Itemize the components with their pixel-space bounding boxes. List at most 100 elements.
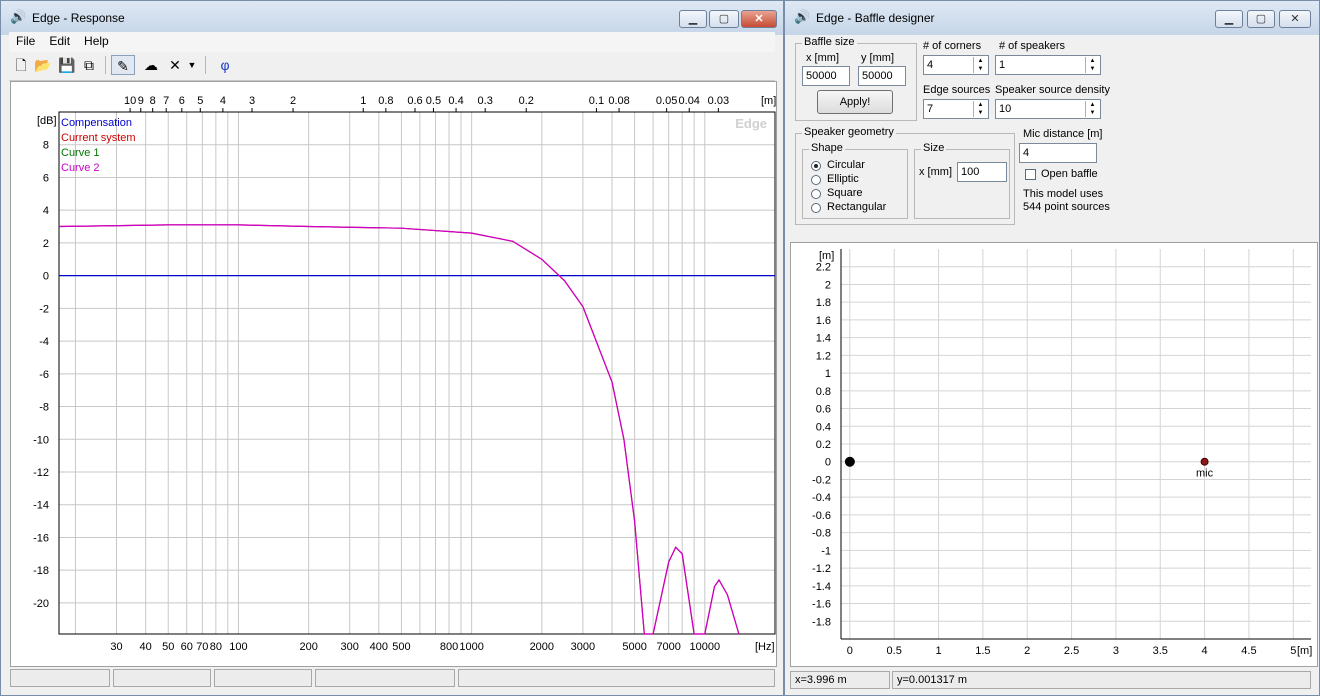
y-tick-label: -14: [33, 500, 49, 512]
shape-rectangular-radio[interactable]: [811, 203, 821, 213]
menu-bar: File Edit Help: [9, 32, 775, 52]
close-button[interactable]: ✕: [741, 10, 777, 28]
status-x-coordinate: x=3.996 m: [790, 671, 890, 689]
phase-phi-icon[interactable]: φ: [213, 55, 237, 75]
mic-distance-input[interactable]: 4: [1019, 143, 1097, 163]
x-tick-label: 100: [229, 641, 247, 653]
toolbar: 🗋 📂 💾 ⧉ ✎ ☁ ✕ ▼ φ: [9, 52, 775, 81]
x-tick-label: 70: [196, 641, 208, 653]
baffle-size-label: Baffle size: [802, 36, 857, 48]
y-tick-label: -1.4: [812, 581, 831, 593]
x-tick-label: 80: [210, 641, 222, 653]
size-input[interactable]: 100: [957, 162, 1007, 182]
series-line: [58, 224, 740, 635]
mic-label: mic: [1196, 468, 1214, 480]
x-tick-label: 60: [181, 641, 193, 653]
top-tick-label: 0.5: [426, 95, 441, 107]
y-tick-label: 0.2: [816, 439, 831, 451]
maximize-button[interactable]: ▢: [709, 10, 739, 28]
x-tick-label: 5000: [622, 641, 646, 653]
open-baffle-checkbox[interactable]: [1025, 169, 1036, 180]
response-chart[interactable]: 8 6 4 2 0 -2 -4 -6 -8 -10 -12 -14 -16 -18 -20 [dB] 30 40 5…: [10, 81, 777, 667]
top-tick-label: 0.08: [608, 95, 629, 107]
y-tick-label: 0.4: [816, 421, 831, 433]
open-baffle-label[interactable]: Open baffle: [1041, 168, 1098, 180]
top-tick-label: 0.6: [407, 95, 422, 107]
size-x-mm-label: x [mm]: [919, 166, 952, 178]
size-group: Size x [mm] 100: [914, 142, 1010, 219]
cloud-icon[interactable]: ☁: [141, 55, 161, 75]
shape-square-radio[interactable]: [811, 189, 821, 199]
shape-circular-label[interactable]: Circular: [827, 159, 865, 171]
shape-rectangular-label[interactable]: Rectangular: [827, 201, 886, 213]
y-tick-label: -8: [39, 402, 49, 414]
top-tick-label: 0.05: [656, 95, 677, 107]
x-tick-label: 3: [1113, 645, 1119, 657]
x-tick-label: 4: [1202, 645, 1208, 657]
legend-entry: Curve 1: [61, 147, 100, 159]
pencil-icon[interactable]: ✎: [111, 55, 135, 75]
x-tick-label: 300: [341, 641, 359, 653]
mic-distance-label: Mic distance [m]: [1023, 128, 1103, 140]
y-tick-label: -0.6: [812, 510, 831, 522]
shape-square-label[interactable]: Square: [827, 187, 862, 199]
edge-sources-spinner[interactable]: 7 ▲ ▼: [923, 99, 989, 119]
density-label: Speaker source density: [995, 84, 1110, 96]
y-axis-label: [m]: [819, 250, 834, 262]
minimize-button[interactable]: ▁: [1215, 10, 1243, 28]
y-tick-label: -6: [39, 369, 49, 381]
size-label: Size: [921, 142, 947, 154]
menu-help[interactable]: Help: [77, 32, 116, 48]
y-tick-label: -18: [33, 565, 49, 577]
y-tick-label: 2: [43, 238, 49, 250]
y-tick-label: -4: [39, 336, 49, 348]
spinner-arrows-icon[interactable]: ▲ ▼: [1085, 101, 1099, 117]
y-tick-label: 1.4: [816, 333, 831, 345]
open-folder-icon[interactable]: 📂: [33, 55, 53, 75]
spinner-arrows-icon[interactable]: ▲ ▼: [973, 101, 987, 117]
minimize-button[interactable]: ▁: [679, 10, 707, 28]
new-file-icon[interactable]: 🗋: [11, 55, 31, 75]
y-tick-label: 0.8: [816, 386, 831, 398]
copy-icon[interactable]: ⧉: [79, 55, 99, 75]
apply-button[interactable]: Apply!: [817, 90, 893, 114]
y-tick-label: 1.2: [816, 350, 831, 362]
shape-elliptic-label[interactable]: Elliptic: [827, 173, 859, 185]
spinner-arrows-icon[interactable]: ▲ ▼: [973, 57, 987, 73]
baffle-y-input[interactable]: 50000: [858, 66, 906, 86]
baffle-plot[interactable]: 2.2 2 1.8 1.6 1.4 1.2 1 0.8 0.6 0.4 0.2 0 -0.2 -0.4 -0…: [790, 242, 1318, 667]
y-tick-label: 8: [43, 140, 49, 152]
y-tick-label: 0: [825, 457, 831, 469]
edge-watermark: Edge: [735, 116, 767, 131]
dropdown-arrow-icon[interactable]: ▼: [185, 55, 199, 75]
mic-point: [1200, 457, 1209, 466]
y-tick-label: -1.8: [812, 616, 831, 628]
y-tick-label: -0.8: [812, 528, 831, 540]
menu-file[interactable]: File: [9, 32, 42, 48]
x-tick-label: 4.5: [1241, 645, 1256, 657]
baffle-x-input[interactable]: 50000: [802, 66, 850, 86]
corners-label: # of corners: [923, 40, 982, 52]
x-tick-label: 1.5: [975, 645, 990, 657]
x-tick-label: 3000: [571, 641, 595, 653]
edge-sources-value: 7: [927, 103, 934, 115]
x-tick-label: 2.5: [1064, 645, 1079, 657]
shape-elliptic-radio[interactable]: [811, 175, 821, 185]
delete-x-icon[interactable]: ✕: [165, 55, 185, 75]
density-spinner[interactable]: 10 ▲ ▼: [995, 99, 1101, 119]
menu-edit[interactable]: Edit: [42, 32, 77, 48]
x-tick-label: 5: [1290, 645, 1296, 657]
speakers-spinner[interactable]: 1 ▲ ▼: [995, 55, 1101, 75]
shape-circular-radio[interactable]: [811, 161, 821, 171]
corners-spinner[interactable]: 4 ▲ ▼: [923, 55, 989, 75]
status-cell-1: [10, 669, 110, 687]
save-icon[interactable]: 💾: [57, 55, 77, 75]
spinner-arrows-icon[interactable]: ▲ ▼: [1085, 57, 1099, 73]
maximize-button[interactable]: ▢: [1247, 10, 1275, 28]
close-button[interactable]: ✕: [1279, 10, 1311, 28]
top-tick-label: 1: [360, 95, 366, 107]
y-tick-label: -1.6: [812, 599, 831, 611]
top-tick-label: 3: [249, 95, 255, 107]
top-tick-label: 0.04: [679, 95, 700, 107]
model-info-line1: This model uses: [1023, 188, 1104, 200]
